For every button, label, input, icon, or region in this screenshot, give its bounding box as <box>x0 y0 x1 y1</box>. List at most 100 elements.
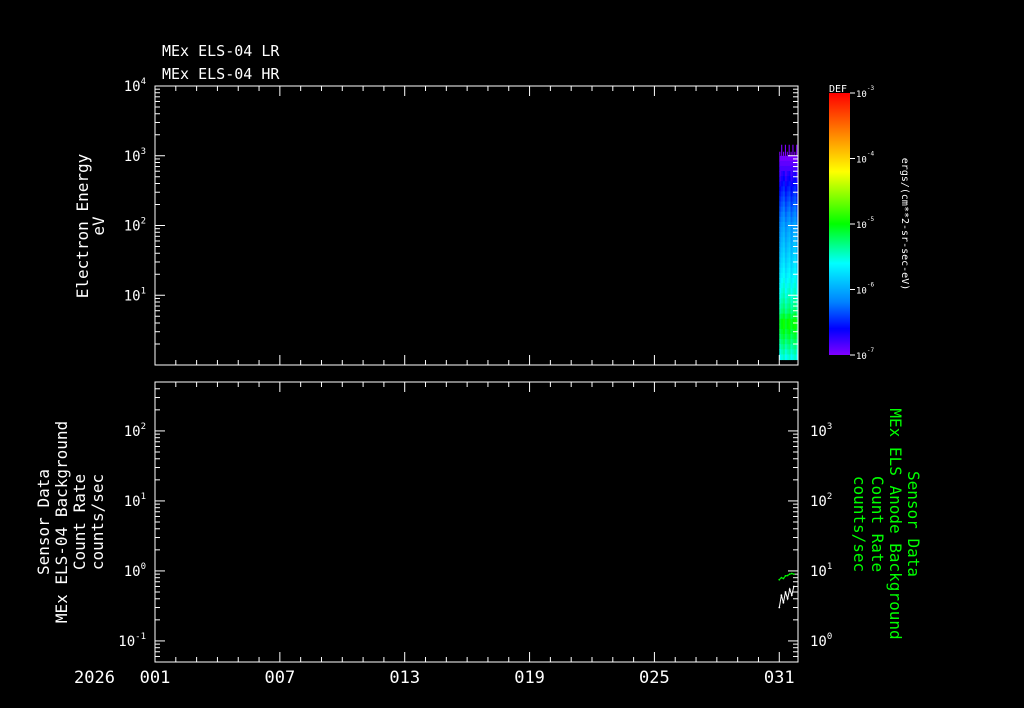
x-tick-label: 001 <box>140 668 171 688</box>
anode-ylabel-line4: counts/sec <box>850 476 869 572</box>
x-tick-label: 007 <box>264 668 295 688</box>
anode-y-tick-label-exp: 1 <box>827 562 832 572</box>
spectrogram-speckle <box>792 144 794 156</box>
anode-y-tick-label-exp: 2 <box>827 492 832 502</box>
anode-ylabel-line3: Count Rate <box>868 476 887 572</box>
background-y-tick-label-exp: 0 <box>141 562 146 572</box>
anode-y-tick-label-exp: 3 <box>827 422 832 432</box>
background-x-ticks <box>154 382 780 662</box>
background-rate-point <box>792 585 795 588</box>
spectrogram-y-tick-label-exp: 3 <box>141 147 146 157</box>
spectrogram-y-tick-label: 102 <box>124 217 146 235</box>
anode-y-tick-label-base: 10 <box>810 564 827 580</box>
background-rate-panel: 10-1100101102 100101102103 Sensor Data M… <box>34 381 923 663</box>
colorbar-tick-label-base: 10 <box>856 221 867 231</box>
background-series <box>778 572 795 609</box>
background-ylabel-line2: MEx ELS-04 Background <box>52 421 71 623</box>
background-rate-point <box>778 606 781 609</box>
background-rate-point <box>788 588 791 590</box>
anode-ylabel-line1: Sensor Data <box>904 471 923 577</box>
background-y-tick-label-base: 10 <box>124 424 141 440</box>
anode-y-tick-label: 103 <box>810 422 832 440</box>
colorbar-tick-label-exp: -7 <box>867 347 875 354</box>
anode-y-tick-label-base: 10 <box>810 424 827 440</box>
spectrogram-y-tick-label: 104 <box>124 77 146 95</box>
anode-y-tick-label-exp: 0 <box>827 632 832 642</box>
colorbar-tick-label-base: 10 <box>856 156 867 166</box>
anode-y-tick-label: 100 <box>810 632 832 650</box>
spectrogram-speckle <box>781 144 783 156</box>
background-y-tick-label-base: 10 <box>124 564 141 580</box>
background-y-tick-label-exp: 1 <box>141 492 146 502</box>
anode-rate-point <box>792 573 795 575</box>
background-y-tick-label-exp: 2 <box>141 422 146 432</box>
background-left-y-ticks: 10-1100101102 <box>118 381 165 663</box>
energy-spectrogram-panel: 101102103104 Electron Energy eV <box>73 77 799 366</box>
colorbar-tick-label: 10-7 <box>856 347 874 362</box>
background-right-y-ticks: 100101102103 <box>788 381 832 663</box>
spectrogram-speckle <box>790 151 792 156</box>
colorbar-tick-label-exp: -5 <box>867 216 875 223</box>
anode-y-tick-label-base: 10 <box>810 494 827 510</box>
colorbar-tick-label-base: 10 <box>856 352 867 362</box>
background-y-tick-label: 102 <box>124 422 146 440</box>
colorbar-tick-label: 10-4 <box>856 151 874 166</box>
background-y-tick-label-base: 10 <box>118 634 135 650</box>
anode-ylabel-line2: MEx ELS Anode Background <box>886 408 905 639</box>
spectrogram-y-tick-label-exp: 1 <box>141 286 146 296</box>
x-tick-label: 025 <box>639 668 670 688</box>
year-label: 2026 <box>74 668 115 688</box>
spectrogram-speckle <box>783 151 785 156</box>
spectrogram-frame <box>154 85 799 366</box>
title-lr: MEx ELS-04 LR <box>162 42 280 60</box>
background-y-tick-label-base: 10 <box>124 494 141 510</box>
anode-rate-point <box>784 575 787 577</box>
x-tick-label: 019 <box>514 668 545 688</box>
background-rate-point <box>786 597 789 600</box>
anode-rate-point <box>780 576 783 579</box>
spectrogram-y-ticks: 101102103104 <box>124 77 798 366</box>
spectrogram-y-tick-label: 101 <box>124 286 146 304</box>
spectrogram-y-tick-label-base: 10 <box>124 288 141 304</box>
spectrogram-y-tick-label: 103 <box>124 147 146 165</box>
colorbar: DEF 10-310-410-510-610-7 ergs/(cm**2-sr-… <box>829 84 910 362</box>
x-tick-label: 013 <box>389 668 420 688</box>
spectrogram-speckle <box>794 151 796 156</box>
spectrogram-x-ticks <box>154 86 780 365</box>
colorbar-tick-label-exp: -6 <box>867 282 875 289</box>
colorbar-tick-label: 10-3 <box>856 85 874 100</box>
background-ylabel-line3: Count Rate <box>70 474 89 570</box>
anode-rate-point <box>782 577 785 580</box>
x-tick-label: 031 <box>764 668 795 688</box>
colorbar-tick-label: 10-5 <box>856 216 874 231</box>
anode-rate-line <box>778 572 794 581</box>
spectrogram-speckle <box>788 144 790 156</box>
spectrogram-speckle <box>786 151 788 156</box>
colorbar-tick-label-exp: -3 <box>867 85 875 92</box>
spectrogram-y-tick-label-base: 10 <box>124 219 141 235</box>
spectrogram-y-tick-label-exp: 2 <box>141 217 146 227</box>
background-frame <box>154 381 799 663</box>
colorbar-ticks: 10-310-410-510-610-7 <box>850 85 874 362</box>
anode-rate-point <box>788 573 791 575</box>
background-rate-point <box>784 591 787 593</box>
colorbar-tick-label-base: 10 <box>856 287 867 297</box>
spectrogram-ylabel-line2: eV <box>89 216 108 236</box>
background-y-tick-label-exp: -1 <box>135 632 146 642</box>
spectrogram-speckle <box>784 144 787 156</box>
background-y-tick-label: 100 <box>124 562 146 580</box>
anode-rate-point <box>778 578 781 581</box>
figure: MEx ELS-04 LR MEx ELS-04 HR 101102103104… <box>34 42 923 688</box>
anode-rate-point <box>790 572 793 575</box>
spectrogram-speckle <box>779 151 781 156</box>
anode-y-tick-label: 101 <box>810 562 832 580</box>
colorbar-gradient <box>829 93 850 355</box>
background-y-tick-label: 101 <box>124 492 146 510</box>
colorbar-unit-label: ergs/(cm**2-sr-sec-eV) <box>899 158 910 290</box>
background-ylabel-line4: counts/sec <box>88 474 107 570</box>
x-tick-labels: 001 007 013 019 025 031 <box>140 668 795 688</box>
colorbar-tick-label-exp: -4 <box>867 151 875 158</box>
spectrogram-y-tick-label-exp: 4 <box>141 77 146 87</box>
background-rate-point <box>782 601 785 604</box>
colorbar-tick-label: 10-6 <box>856 282 874 297</box>
